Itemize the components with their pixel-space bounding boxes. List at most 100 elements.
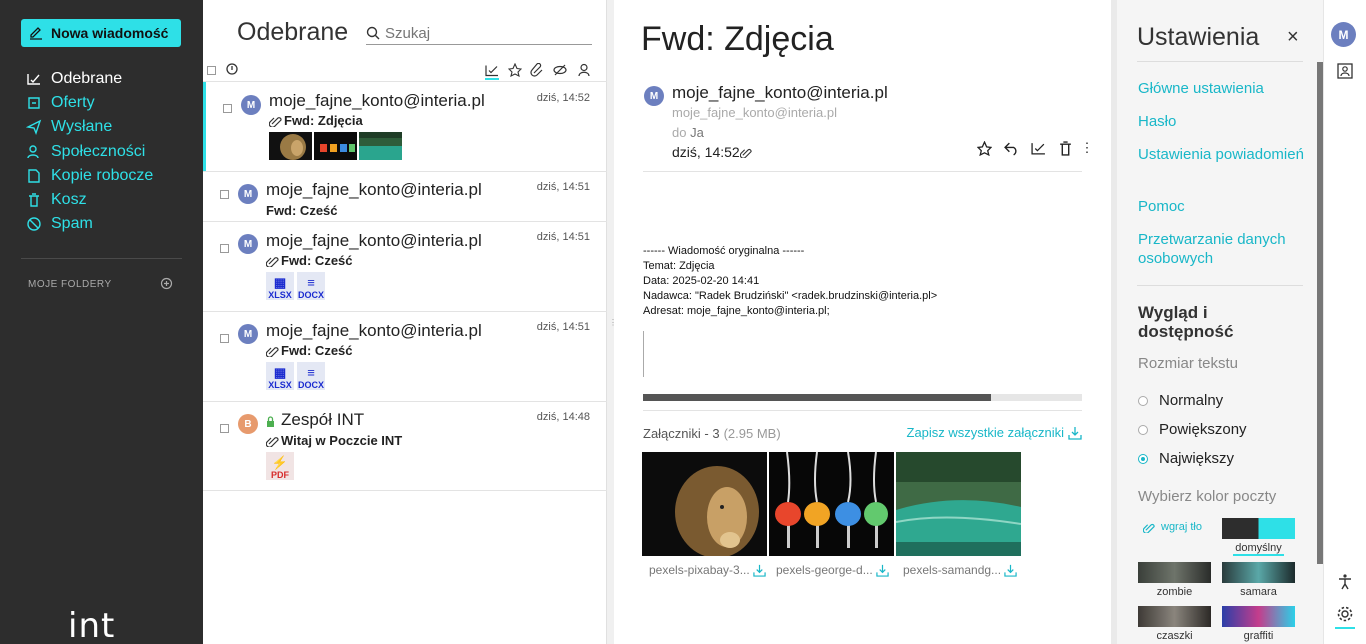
sidebar-item-spam[interactable]: Spam — [26, 212, 153, 236]
download-icon[interactable] — [876, 564, 889, 577]
radio-button[interactable] — [1138, 424, 1148, 435]
reply-icon[interactable] — [1003, 140, 1019, 156]
panel-resize-handle[interactable]: ⋮ — [607, 0, 617, 644]
theme-samara[interactable]: samara — [1222, 562, 1295, 598]
text-size-largest[interactable]: Największy — [1138, 450, 1234, 467]
pdf-file-icon: ⚡ PDF — [266, 452, 294, 480]
attachment-item[interactable]: pexels-pixabay-3... — [642, 452, 767, 577]
message-subject-line: Fwd: Cześć — [266, 343, 353, 358]
more-options-icon[interactable]: ⋮ — [1081, 140, 1094, 156]
message-time: dziś, 14:51 — [536, 181, 590, 193]
search-input[interactable] — [385, 24, 585, 42]
logo: int — [68, 606, 116, 644]
sidebar-item-social[interactable]: Społeczności — [26, 140, 153, 164]
delete-icon[interactable] — [1057, 140, 1073, 156]
sidebar-item-label: Odebrane — [51, 70, 123, 88]
horizontal-scrollbar[interactable] — [643, 394, 1082, 401]
sidebar-item-label: Kosz — [51, 191, 87, 209]
refresh-icon[interactable] — [225, 62, 239, 76]
message-subject: Fwd: Cześć — [266, 203, 338, 218]
radio-button[interactable] — [1138, 395, 1148, 406]
settings-link-privacy[interactable]: Przetwarzanie danych osobowych — [1138, 230, 1308, 268]
avatar: M — [238, 234, 258, 254]
text-size-larger[interactable]: Powiększony — [1138, 421, 1247, 438]
sidebar-item-inbox[interactable]: Odebrane — [26, 67, 153, 91]
message-checkbox[interactable] — [220, 190, 229, 199]
scrollbar-thumb[interactable] — [643, 394, 991, 401]
theme-graffiti[interactable]: graffiti — [1222, 606, 1295, 642]
body-line: Adresat: moje_fajne_konto@interia.pl; — [643, 305, 830, 317]
attachment-item[interactable]: pexels-samandg... — [895, 452, 1022, 577]
message-body: ------ Wiadomość oryginalna ------ Temat… — [643, 244, 937, 319]
message-checkbox[interactable] — [220, 424, 229, 433]
message-row[interactable]: M moje_fajne_konto@interia.pl dziś, 14:5… — [203, 82, 607, 171]
message-sender: moje_fajne_konto@interia.pl — [266, 231, 482, 250]
sender-address: moje_fajne_konto@interia.pl — [672, 105, 837, 120]
star-icon[interactable] — [976, 140, 992, 156]
radio-label: Największy — [1159, 450, 1235, 467]
message-sender: moje_fajne_konto@interia.pl — [269, 91, 485, 110]
settings-link-main[interactable]: Główne ustawienia — [1138, 79, 1308, 98]
filter-starred-icon[interactable] — [508, 63, 522, 77]
message-title: Fwd: Zdjęcia — [641, 20, 834, 58]
close-icon[interactable]: × — [1287, 26, 1299, 49]
download-icon[interactable] — [1004, 564, 1017, 577]
attachment-files: ▦ XLSX ≡ DOCX — [266, 362, 326, 390]
sidebar-item-drafts[interactable]: Kopie robocze — [26, 164, 153, 188]
settings-link-help[interactable]: Pomoc — [1138, 197, 1308, 216]
select-all-checkbox[interactable] — [207, 66, 216, 75]
message-row[interactable]: M moje_fajne_konto@interia.pl dziś, 14:5… — [203, 312, 607, 401]
theme-default[interactable]: domyślny — [1222, 518, 1295, 556]
attachment-item[interactable]: pexels-george-d... — [769, 451, 894, 577]
mail-app: Nowa wiadomość Odebrane Oferty Wysłane S… — [0, 0, 1366, 644]
compose-button[interactable]: Nowa wiadomość — [21, 19, 181, 47]
filter-contacts-icon[interactable] — [577, 63, 591, 77]
settings-link-password[interactable]: Hasło — [1138, 112, 1308, 131]
radio-button-checked[interactable] — [1138, 453, 1148, 464]
download-icon[interactable] — [753, 564, 766, 577]
attachment-icon — [269, 116, 282, 127]
settings-gear-icon[interactable] — [1336, 605, 1354, 623]
theme-skulls[interactable]: czaszki — [1138, 606, 1211, 642]
upload-background-link[interactable]: wgraj tło — [1143, 521, 1202, 533]
cocktails-image — [769, 451, 894, 556]
theme-swatch — [1222, 606, 1295, 627]
sender-name[interactable]: moje_fajne_konto@interia.pl — [672, 83, 888, 103]
message-sender: Zespół INT — [281, 410, 365, 429]
body-line: Temat: Zdjęcia — [643, 260, 715, 272]
sidebar-item-offers[interactable]: Oferty — [26, 91, 153, 115]
offers-icon — [28, 97, 40, 109]
my-folders-label: MOJE FOLDERY — [28, 279, 112, 290]
right-rail: M — [1323, 0, 1366, 644]
settings-link-notifications[interactable]: Ustawienia powiadomień — [1138, 145, 1308, 164]
message-checkbox[interactable] — [220, 334, 229, 343]
message-date: dziś, 14:52 — [672, 144, 740, 160]
filter-hidden-icon[interactable] — [553, 63, 567, 77]
body-line: ------ Wiadomość oryginalna ------ — [643, 245, 805, 257]
avatar: M — [238, 184, 258, 204]
search-box — [366, 22, 592, 45]
sidebar-item-trash[interactable]: Kosz — [26, 188, 153, 212]
message-row[interactable]: M moje_fajne_konto@interia.pl dziś, 14:5… — [203, 172, 607, 221]
sidebar-item-label: Spam — [51, 215, 93, 233]
move-to-folder-icon[interactable] — [1030, 140, 1046, 156]
message-row[interactable]: M moje_fajne_konto@interia.pl dziś, 14:5… — [203, 222, 607, 311]
save-all-attachments-link[interactable]: Zapisz wszystkie załączniki — [907, 425, 1083, 440]
filter-attachment-icon[interactable] — [530, 63, 544, 77]
add-folder-icon[interactable] — [160, 277, 173, 290]
attachment-name: pexels-george-d... — [776, 563, 873, 577]
filter-unread-icon[interactable] — [485, 63, 499, 80]
attachment-icon — [266, 436, 279, 447]
message-toolbar: ⋮ — [976, 140, 1094, 156]
send-icon — [26, 120, 42, 136]
message-row[interactable]: B Zespół INT dziś, 14:48 Witaj w Poczcie… — [203, 402, 607, 490]
theme-zombie[interactable]: zombie — [1138, 562, 1211, 598]
message-checkbox[interactable] — [220, 244, 229, 253]
attachments-count: Załączniki - 3 — [643, 426, 720, 441]
message-checkbox[interactable] — [223, 104, 232, 113]
accessibility-icon[interactable] — [1336, 573, 1354, 591]
text-size-normal[interactable]: Normalny — [1138, 392, 1223, 409]
user-avatar[interactable]: M — [1331, 22, 1356, 47]
sidebar-item-sent[interactable]: Wysłane — [26, 115, 153, 139]
contacts-card-icon[interactable] — [1336, 62, 1354, 80]
